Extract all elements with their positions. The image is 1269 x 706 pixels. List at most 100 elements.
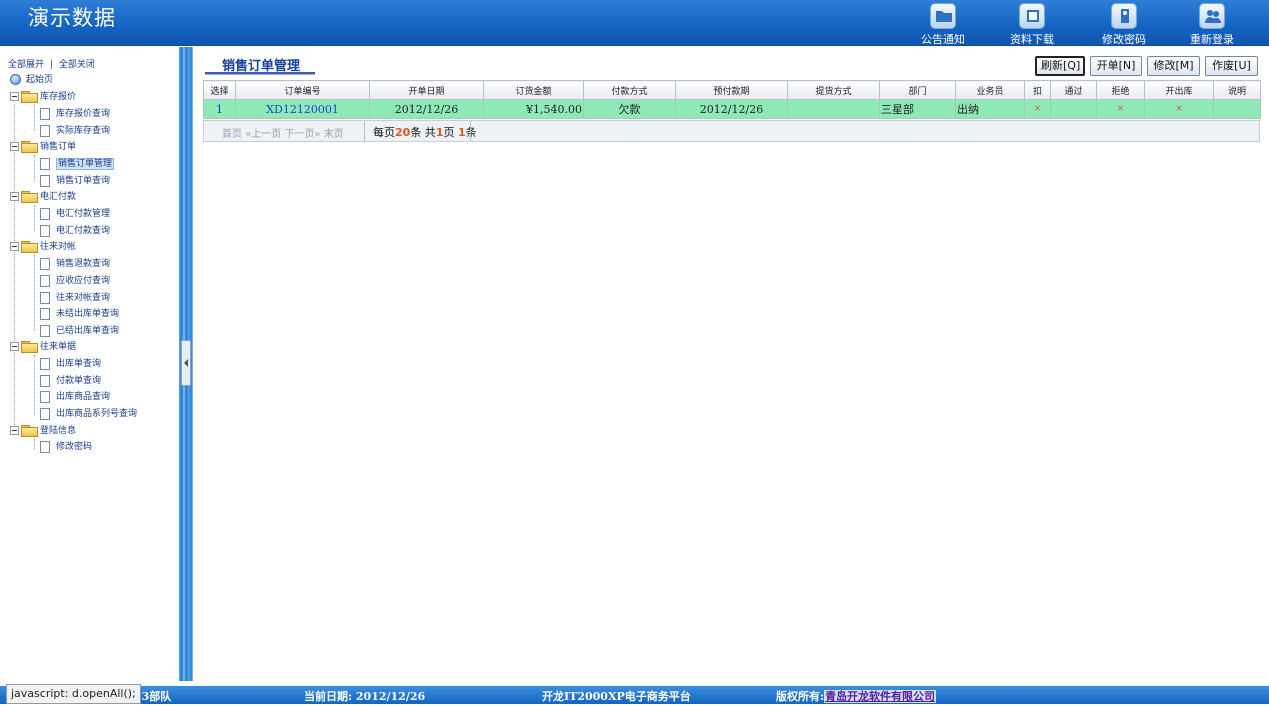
collapse-all-link[interactable]: 全部关闭 [59,60,95,70]
main-panel: 销售订单管理 刷新[Q] 开单[N] 修改[M] 作废[U] 选择 订单编号 开… [200,47,1265,685]
col-amount[interactable]: 订货金额 [483,80,584,100]
page-icon [40,274,50,287]
col-salesman[interactable]: 业务员 [955,80,1025,100]
notice-label: 公告通知 [921,33,965,46]
tree-actions-separator: | [49,60,53,70]
tree-item-sales-order-query[interactable]: 销售订单查询 [40,173,110,189]
col-issue[interactable]: 开出库 [1144,80,1214,100]
pager-divider-end [470,121,471,141]
new-order-button[interactable]: 开单[N] [1090,56,1142,76]
pager-info: 每页20条 共1页 1条 [373,126,477,139]
page-icon [40,207,50,220]
tree-item-outbound-goods-query[interactable]: 出库商品查询 [40,389,110,405]
collapse-panel-handle[interactable] [181,340,191,386]
tree-root[interactable]: 起始页 [10,72,53,88]
tree-group-reconciliation[interactable]: 往来对帐 [10,239,76,255]
title-underline [205,72,315,75]
tree-item-reconciliation-query[interactable]: 往来对帐查询 [40,290,110,306]
col-reject[interactable]: 拒绝 [1096,80,1145,100]
tree-group-inventory[interactable]: 库存报价 [10,89,76,105]
page-icon [40,307,50,320]
tree-item-actual-inventory[interactable]: 实际库存查询 [40,123,110,139]
col-open-date[interactable]: 开单日期 [369,80,484,100]
refresh-button[interactable]: 刷新[Q] [1035,56,1085,76]
col-select[interactable]: 选择 [203,80,236,100]
cell-order-no[interactable]: XD12120001 [235,99,370,119]
tree-item-outbound-serial-query[interactable]: 出库商品系列号查询 [40,406,137,422]
pager-nav-links[interactable]: 首页 «上一页 下一页» 末页 [222,125,344,140]
page-icon [40,107,50,120]
app-title: 演示数据 [28,6,116,30]
tree-group-wire-payment[interactable]: 电汇付款 [10,189,76,205]
tree-item-payment-doc-query[interactable]: 付款单查询 [40,373,101,389]
cell-amount: ¥1,540.00 [483,99,584,119]
page-icon [40,224,50,237]
cell-payment: 欠款 [583,99,676,119]
col-prepay-date[interactable]: 预付款期 [675,80,788,100]
cell-deduct[interactable]: × [1024,99,1051,119]
download-button[interactable]: 资料下载 [997,2,1067,46]
page-icon [40,357,50,370]
cell-reject[interactable]: × [1096,99,1145,119]
collapse-icon[interactable] [10,426,19,435]
cell-select[interactable]: 1 [203,99,236,119]
footer-copyright-link[interactable]: 青岛开龙软件有限公司 [824,690,937,703]
cell-salesman: 出纳 [955,99,1025,119]
change-password-button[interactable]: 修改密码 [1089,2,1159,46]
tree-item-closed-outbound-query[interactable]: 已结出库单查询 [40,323,119,339]
pager-divider [364,121,365,141]
tree-group-sales-order[interactable]: 销售订单 [10,139,76,155]
tree-group-login-info[interactable]: 登陆信息 [10,423,76,439]
status-bar: 43部队 当前日期: 2012/12/26 开龙IT2000XP电子商务平台 版… [0,686,1269,704]
per-page-count: 20 [395,126,411,139]
tree-item-change-password[interactable]: 修改密码 [40,439,92,455]
edit-button[interactable]: 修改[M] [1147,56,1200,76]
expand-all-link[interactable]: 全部展开 [8,60,44,70]
tree-item-sales-order-manage[interactable]: 销售订单管理 [40,156,115,172]
col-payment[interactable]: 付款方式 [583,80,676,100]
col-pass[interactable]: 通过 [1050,80,1097,100]
cell-delivery [787,99,880,119]
col-dept[interactable]: 部门 [879,80,956,100]
notice-button[interactable]: 公告通知 [908,2,978,46]
tree-item-wire-payment-manage[interactable]: 电汇付款管理 [40,206,110,222]
page-icon [40,407,50,420]
page-icon [40,174,50,187]
collapse-icon[interactable] [10,92,19,101]
page-icon [40,390,50,403]
folder-open-icon [21,191,38,203]
cell-pass[interactable] [1050,99,1097,119]
tree-item-inventory-quote[interactable]: 库存报价查询 [40,106,110,122]
tree-item-wire-payment-query[interactable]: 电汇付款查询 [40,223,110,239]
collapse-icon[interactable] [10,142,19,151]
page-icon [40,257,50,270]
col-delivery[interactable]: 提货方式 [787,80,880,100]
collapse-icon[interactable] [10,342,19,351]
cell-note [1213,99,1261,119]
cell-issue[interactable]: × [1144,99,1214,119]
users-icon [1199,3,1225,29]
relogin-button[interactable]: 重新登录 [1177,2,1247,46]
col-note[interactable]: 说明 [1213,80,1261,100]
tree-item-outbound-doc-query[interactable]: 出库单查询 [40,356,101,372]
footer-copyright-label: 版权所有: [776,690,825,703]
collapse-icon[interactable] [10,192,19,201]
tree-item-open-outbound-query[interactable]: 未结出库单查询 [40,306,119,322]
tree-group-documents[interactable]: 往来单据 [10,339,76,355]
tree-item-sales-refund-query[interactable]: 销售退款查询 [40,256,110,272]
footer-platform: 开龙IT2000XP电子商务平台 [542,690,691,703]
col-deduct[interactable]: 扣 [1024,80,1051,100]
collapse-icon[interactable] [10,242,19,251]
page-icon [40,440,50,453]
table-row[interactable]: 1 XD12120001 2012/12/26 ¥1,540.00 欠款 201… [203,99,1261,119]
folder-open-icon [21,425,38,437]
page-icon [40,157,50,170]
page-icon [40,124,50,137]
col-order-no[interactable]: 订单编号 [235,80,370,100]
tree-item-receivable-query[interactable]: 应收应付查询 [40,273,110,289]
cell-prepay-date: 2012/12/26 [675,99,788,119]
page-icon [40,374,50,387]
status-tooltip: javascript: d.openAll(); [6,684,141,704]
void-button[interactable]: 作废[U] [1205,56,1258,76]
folder-open-icon [21,141,38,153]
